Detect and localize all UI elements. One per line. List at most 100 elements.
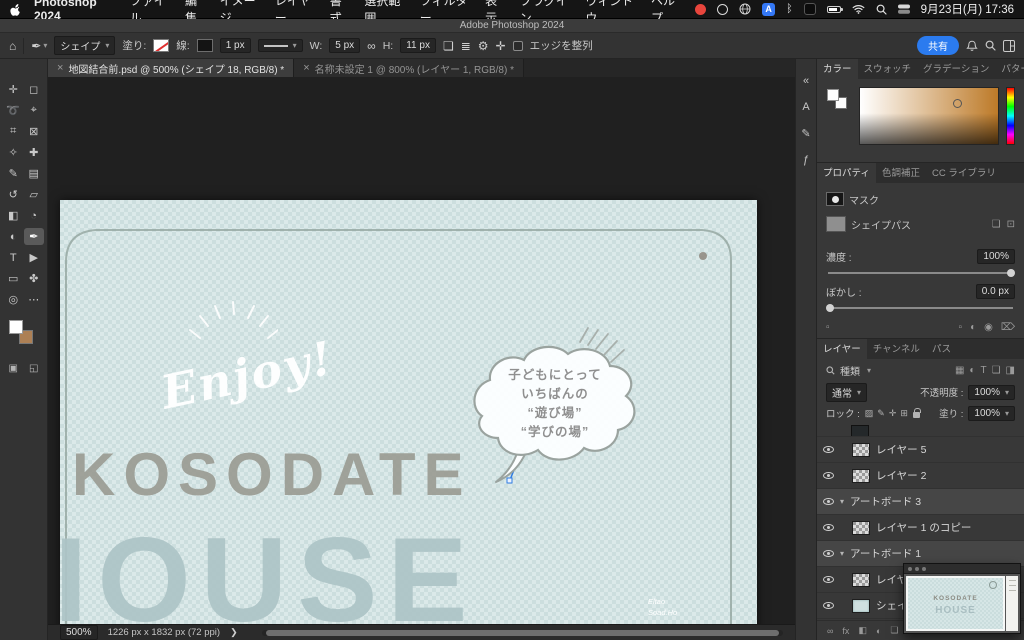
lock-position-icon[interactable]: ✛ [889,408,897,419]
layer-thumbnail[interactable] [852,521,870,535]
clipped-layer-row[interactable] [817,423,1024,437]
close-icon[interactable]: × [303,62,309,74]
visibility-eye-icon[interactable] [823,576,834,583]
visibility-eye-icon[interactable] [823,550,834,557]
preview-window-titlebar[interactable] [904,564,1020,574]
healing-brush-tool[interactable]: ✚ [24,144,45,161]
layer-row[interactable]: ▾ アートボード 3 [817,489,1024,515]
object-selection-tool[interactable]: ⌖ [24,102,45,119]
expand-panels-icon[interactable]: « [803,75,809,87]
filter-adjustment-icon[interactable]: ◐ [969,365,975,376]
lock-transparency-icon[interactable]: ▨ [865,408,874,419]
layer-group-icon[interactable]: ❏ [890,625,898,636]
lock-all-icon[interactable] [913,412,920,418]
crop-tool[interactable]: ⌗ [3,123,24,140]
fill-value-field[interactable]: 100% ▾ [968,406,1015,421]
visibility-eye-icon[interactable] [823,602,834,609]
foreground-color-swatch[interactable] [9,320,23,334]
frame-tool[interactable]: ⊠ [24,123,45,140]
document-tab[interactable]: × 名称未設定 1 @ 800% (レイヤー 1, RGB/8) * [294,59,524,77]
visibility-eye-icon[interactable] [823,498,834,505]
link-layers-icon[interactable]: ∞ [827,626,833,636]
foreground-color-swatch[interactable] [827,89,839,101]
gear-icon[interactable]: ⚙ [478,39,489,53]
stroke-style-select[interactable]: ▾ [258,39,303,52]
slider-knob[interactable] [826,304,834,312]
mask-grid-icon[interactable]: ▫ [826,322,830,333]
notification-badge-icon[interactable] [695,4,706,15]
slider-knob[interactable] [1007,269,1015,277]
density-value-field[interactable]: 100% [977,249,1015,264]
layer-effects-icon[interactable]: fx [842,626,849,636]
hue-slider[interactable] [1006,87,1015,145]
expand-chevron-icon[interactable]: ▾ [840,549,844,558]
app-status-icon[interactable] [804,3,816,15]
apply-mask-icon[interactable]: ◉ [984,322,993,333]
fill-swatch[interactable] [153,39,169,52]
input-source-icon[interactable]: A [762,3,775,16]
tool-mode-select[interactable]: シェイプ ▾ [54,36,115,55]
visibility-eye-icon[interactable] [823,524,834,531]
tool-preset-picker[interactable]: ✒ ▾ [31,39,47,53]
quick-mask-icon[interactable]: ▣ [3,360,24,377]
link-dimensions-icon[interactable]: ∞ [367,39,376,53]
home-icon[interactable]: ⌂ [9,39,16,53]
filter-pixel-icon[interactable]: ▦ [955,365,964,376]
scrollbar-thumb[interactable] [266,630,779,636]
history-brush-tool[interactable]: ↺ [3,186,24,203]
screen-mode-icon[interactable]: ◱ [24,360,45,377]
layer-row[interactable]: ▾ レイヤー 5 [817,437,1024,463]
stroke-swatch[interactable] [197,39,213,52]
panel-tab[interactable]: カラー [817,59,858,79]
status-options-chevron-icon[interactable]: ❯ [230,627,238,638]
stroke-width-input[interactable]: 1 px [220,38,251,53]
battery-icon[interactable] [827,6,841,13]
panel-tab[interactable]: 色調補正 [876,163,926,183]
align-edges-checkbox[interactable] [513,41,523,51]
globe-icon[interactable] [739,3,751,15]
visibility-eye-icon[interactable] [823,472,834,479]
search-icon[interactable] [876,4,887,15]
eyedropper-tool[interactable]: ✧ [3,144,24,161]
move-tool[interactable]: ✛ [3,81,24,98]
color-picker-ring[interactable] [953,99,962,108]
close-icon[interactable]: × [57,62,63,74]
wifi-icon[interactable] [852,4,865,14]
filter-type-label[interactable]: 種類 [840,363,860,378]
path-alignment-icon[interactable]: ≣ [461,39,471,53]
bell-icon[interactable] [966,40,978,52]
zoom-level-field[interactable]: 500% [60,625,98,640]
shape-options-icon[interactable]: ⊡ [1007,219,1015,230]
invert-mask-icon[interactable]: ◐ [970,322,976,333]
workspace-icon[interactable] [1003,40,1015,52]
menubar-clock[interactable]: 9月23日(月) 17:36 [921,1,1014,17]
density-slider[interactable] [828,272,1013,274]
layer-thumbnail[interactable] [852,443,870,457]
layer-thumbnail[interactable] [852,599,870,613]
lock-artboard-icon[interactable]: ⊞ [900,408,908,419]
lasso-tool[interactable]: ➰ [3,102,24,119]
dodge-tool[interactable]: ◐ [3,228,24,245]
layer-row[interactable]: ▾ レイヤー 2 [817,463,1024,489]
feather-value-field[interactable]: 0.0 px [976,284,1015,299]
filter-shape-icon[interactable]: ❏ [992,365,1001,376]
layer-thumbnail[interactable] [851,425,869,437]
panel-tab[interactable]: チャンネル [867,339,926,359]
lock-pixels-icon[interactable]: ✎ [877,408,885,419]
panel-tab[interactable]: CC ライブラリ [926,163,1002,183]
filter-type-icon[interactable]: T [980,365,986,376]
rectangle-tool[interactable]: ▭ [3,270,24,287]
opacity-value-field[interactable]: 100% ▾ [968,385,1015,400]
pen-tool[interactable]: ✒ [24,228,45,245]
shape-path-thumbnail[interactable] [826,216,846,232]
panel-tab[interactable]: スウォッチ [858,59,918,79]
gradient-tool[interactable]: ◧ [3,207,24,224]
filter-smart-object-icon[interactable]: ◨ [1006,365,1015,376]
paragraph-panel-icon[interactable]: ƒ [803,154,809,166]
eraser-tool[interactable]: ▱ [24,186,45,203]
bluetooth-icon[interactable]: ᛒ [786,3,793,15]
layer-thumbnail[interactable] [852,469,870,483]
height-input[interactable]: 11 px [400,38,436,53]
shape-operations-icon[interactable]: ❏ [992,219,1001,230]
blend-mode-select[interactable]: 通常 ▾ [826,383,867,402]
